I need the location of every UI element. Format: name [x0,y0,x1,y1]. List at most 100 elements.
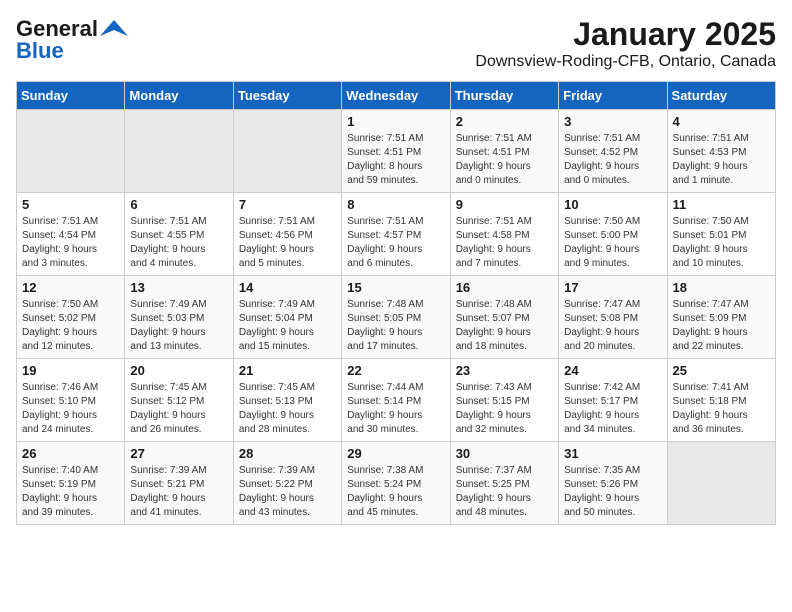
day-number: 2 [456,114,553,129]
day-info: Sunrise: 7:37 AM Sunset: 5:25 PM Dayligh… [456,464,553,520]
day-number: 31 [564,446,661,461]
day-info: Sunrise: 7:48 AM Sunset: 5:05 PM Dayligh… [347,298,444,354]
day-number: 29 [347,446,444,461]
day-number: 18 [673,280,770,295]
weekday-header-wednesday: Wednesday [342,82,450,110]
day-info: Sunrise: 7:41 AM Sunset: 5:18 PM Dayligh… [673,381,770,437]
day-info: Sunrise: 7:35 AM Sunset: 5:26 PM Dayligh… [564,464,661,520]
day-info: Sunrise: 7:49 AM Sunset: 5:03 PM Dayligh… [130,298,227,354]
day-info: Sunrise: 7:47 AM Sunset: 5:09 PM Dayligh… [673,298,770,354]
day-info: Sunrise: 7:40 AM Sunset: 5:19 PM Dayligh… [22,464,119,520]
calendar-cell: 31 Sunrise: 7:35 AM Sunset: 5:26 PM Dayli… [559,442,667,525]
calendar-cell: 15 Sunrise: 7:48 AM Sunset: 5:05 PM Dayli… [342,276,450,359]
calendar-week-3: 12 Sunrise: 7:50 AM Sunset: 5:02 PM Dayli… [17,276,776,359]
calendar-cell: 14 Sunrise: 7:49 AM Sunset: 5:04 PM Dayli… [233,276,341,359]
day-info: Sunrise: 7:46 AM Sunset: 5:10 PM Dayligh… [22,381,119,437]
day-info: Sunrise: 7:39 AM Sunset: 5:22 PM Dayligh… [239,464,336,520]
day-number: 9 [456,197,553,212]
day-info: Sunrise: 7:51 AM Sunset: 4:54 PM Dayligh… [22,215,119,271]
calendar-cell: 24 Sunrise: 7:42 AM Sunset: 5:17 PM Dayli… [559,359,667,442]
calendar-cell: 11Sunrise: 7:50 AM Sunset: 5:01 PM Dayli… [667,193,775,276]
day-info: Sunrise: 7:39 AM Sunset: 5:21 PM Dayligh… [130,464,227,520]
weekday-header-saturday: Saturday [667,82,775,110]
calendar-cell: 27 Sunrise: 7:39 AM Sunset: 5:21 PM Dayli… [125,442,233,525]
calendar-cell: 13Sunrise: 7:49 AM Sunset: 5:03 PM Dayli… [125,276,233,359]
calendar-cell: 3 Sunrise: 7:51 AM Sunset: 4:52 PM Daylig… [559,110,667,193]
day-info: Sunrise: 7:51 AM Sunset: 4:55 PM Dayligh… [130,215,227,271]
day-number: 16 [456,280,553,295]
calendar-cell: 25 Sunrise: 7:41 AM Sunset: 5:18 PM Dayli… [667,359,775,442]
day-number: 23 [456,363,553,378]
day-number: 10 [564,197,661,212]
day-info: Sunrise: 7:42 AM Sunset: 5:17 PM Dayligh… [564,381,661,437]
day-number: 25 [673,363,770,378]
weekday-header-sunday: Sunday [17,82,125,110]
day-info: Sunrise: 7:51 AM Sunset: 4:52 PM Dayligh… [564,132,661,188]
calendar-cell: 26 Sunrise: 7:40 AM Sunset: 5:19 PM Dayli… [17,442,125,525]
day-number: 8 [347,197,444,212]
day-info: Sunrise: 7:50 AM Sunset: 5:01 PM Dayligh… [673,215,770,271]
day-info: Sunrise: 7:44 AM Sunset: 5:14 PM Dayligh… [347,381,444,437]
day-number: 17 [564,280,661,295]
day-number: 5 [22,197,119,212]
weekday-header-thursday: Thursday [450,82,558,110]
weekday-header-monday: Monday [125,82,233,110]
day-info: Sunrise: 7:51 AM Sunset: 4:58 PM Dayligh… [456,215,553,271]
day-info: Sunrise: 7:45 AM Sunset: 5:12 PM Dayligh… [130,381,227,437]
calendar-cell: 30 Sunrise: 7:37 AM Sunset: 5:25 PM Dayli… [450,442,558,525]
page-header: General Blue January 2025 Downsview-Rodi… [16,16,776,71]
day-number: 4 [673,114,770,129]
day-number: 19 [22,363,119,378]
day-number: 21 [239,363,336,378]
day-info: Sunrise: 7:51 AM Sunset: 4:56 PM Dayligh… [239,215,336,271]
day-number: 20 [130,363,227,378]
weekday-header-row: SundayMondayTuesdayWednesdayThursdayFrid… [17,82,776,110]
calendar-week-2: 5 Sunrise: 7:51 AM Sunset: 4:54 PM Daylig… [17,193,776,276]
day-info: Sunrise: 7:38 AM Sunset: 5:24 PM Dayligh… [347,464,444,520]
calendar-subtitle: Downsview-Roding-CFB, Ontario, Canada [475,53,776,71]
calendar-cell: 4 Sunrise: 7:51 AM Sunset: 4:53 PM Daylig… [667,110,775,193]
calendar-cell: 20 Sunrise: 7:45 AM Sunset: 5:12 PM Dayli… [125,359,233,442]
weekday-header-tuesday: Tuesday [233,82,341,110]
day-info: Sunrise: 7:51 AM Sunset: 4:51 PM Dayligh… [456,132,553,188]
day-number: 22 [347,363,444,378]
day-info: Sunrise: 7:50 AM Sunset: 5:00 PM Dayligh… [564,215,661,271]
day-number: 28 [239,446,336,461]
day-number: 6 [130,197,227,212]
calendar-cell: 21Sunrise: 7:45 AM Sunset: 5:13 PM Dayli… [233,359,341,442]
logo: General Blue [16,16,128,64]
day-number: 3 [564,114,661,129]
day-number: 30 [456,446,553,461]
calendar-cell: 8 Sunrise: 7:51 AM Sunset: 4:57 PM Daylig… [342,193,450,276]
calendar-cell: 29 Sunrise: 7:38 AM Sunset: 5:24 PM Dayli… [342,442,450,525]
calendar-week-4: 19 Sunrise: 7:46 AM Sunset: 5:10 PM Dayli… [17,359,776,442]
calendar-cell: 7Sunrise: 7:51 AM Sunset: 4:56 PM Daylig… [233,193,341,276]
day-number: 27 [130,446,227,461]
day-info: Sunrise: 7:49 AM Sunset: 5:04 PM Dayligh… [239,298,336,354]
calendar-cell: 9 Sunrise: 7:51 AM Sunset: 4:58 PM Daylig… [450,193,558,276]
logo-bird-icon [100,18,128,40]
day-number: 14 [239,280,336,295]
day-info: Sunrise: 7:51 AM Sunset: 4:57 PM Dayligh… [347,215,444,271]
title-block: January 2025 Downsview-Roding-CFB, Ontar… [475,16,776,71]
calendar-cell: 18 Sunrise: 7:47 AM Sunset: 5:09 PM Dayli… [667,276,775,359]
day-number: 12 [22,280,119,295]
calendar-cell: 2 Sunrise: 7:51 AM Sunset: 4:51 PM Daylig… [450,110,558,193]
day-info: Sunrise: 7:51 AM Sunset: 4:53 PM Dayligh… [673,132,770,188]
day-number: 15 [347,280,444,295]
calendar-cell [125,110,233,193]
day-info: Sunrise: 7:47 AM Sunset: 5:08 PM Dayligh… [564,298,661,354]
calendar-cell [667,442,775,525]
day-number: 1 [347,114,444,129]
calendar-cell: 5 Sunrise: 7:51 AM Sunset: 4:54 PM Daylig… [17,193,125,276]
day-number: 26 [22,446,119,461]
calendar-title: January 2025 [475,16,776,53]
calendar-cell: 19 Sunrise: 7:46 AM Sunset: 5:10 PM Dayli… [17,359,125,442]
calendar-cell: 1Sunrise: 7:51 AM Sunset: 4:51 PM Daylig… [342,110,450,193]
calendar-cell: 6 Sunrise: 7:51 AM Sunset: 4:55 PM Daylig… [125,193,233,276]
day-number: 24 [564,363,661,378]
weekday-header-friday: Friday [559,82,667,110]
calendar-cell: 28 Sunrise: 7:39 AM Sunset: 5:22 PM Dayli… [233,442,341,525]
day-info: Sunrise: 7:50 AM Sunset: 5:02 PM Dayligh… [22,298,119,354]
day-info: Sunrise: 7:43 AM Sunset: 5:15 PM Dayligh… [456,381,553,437]
